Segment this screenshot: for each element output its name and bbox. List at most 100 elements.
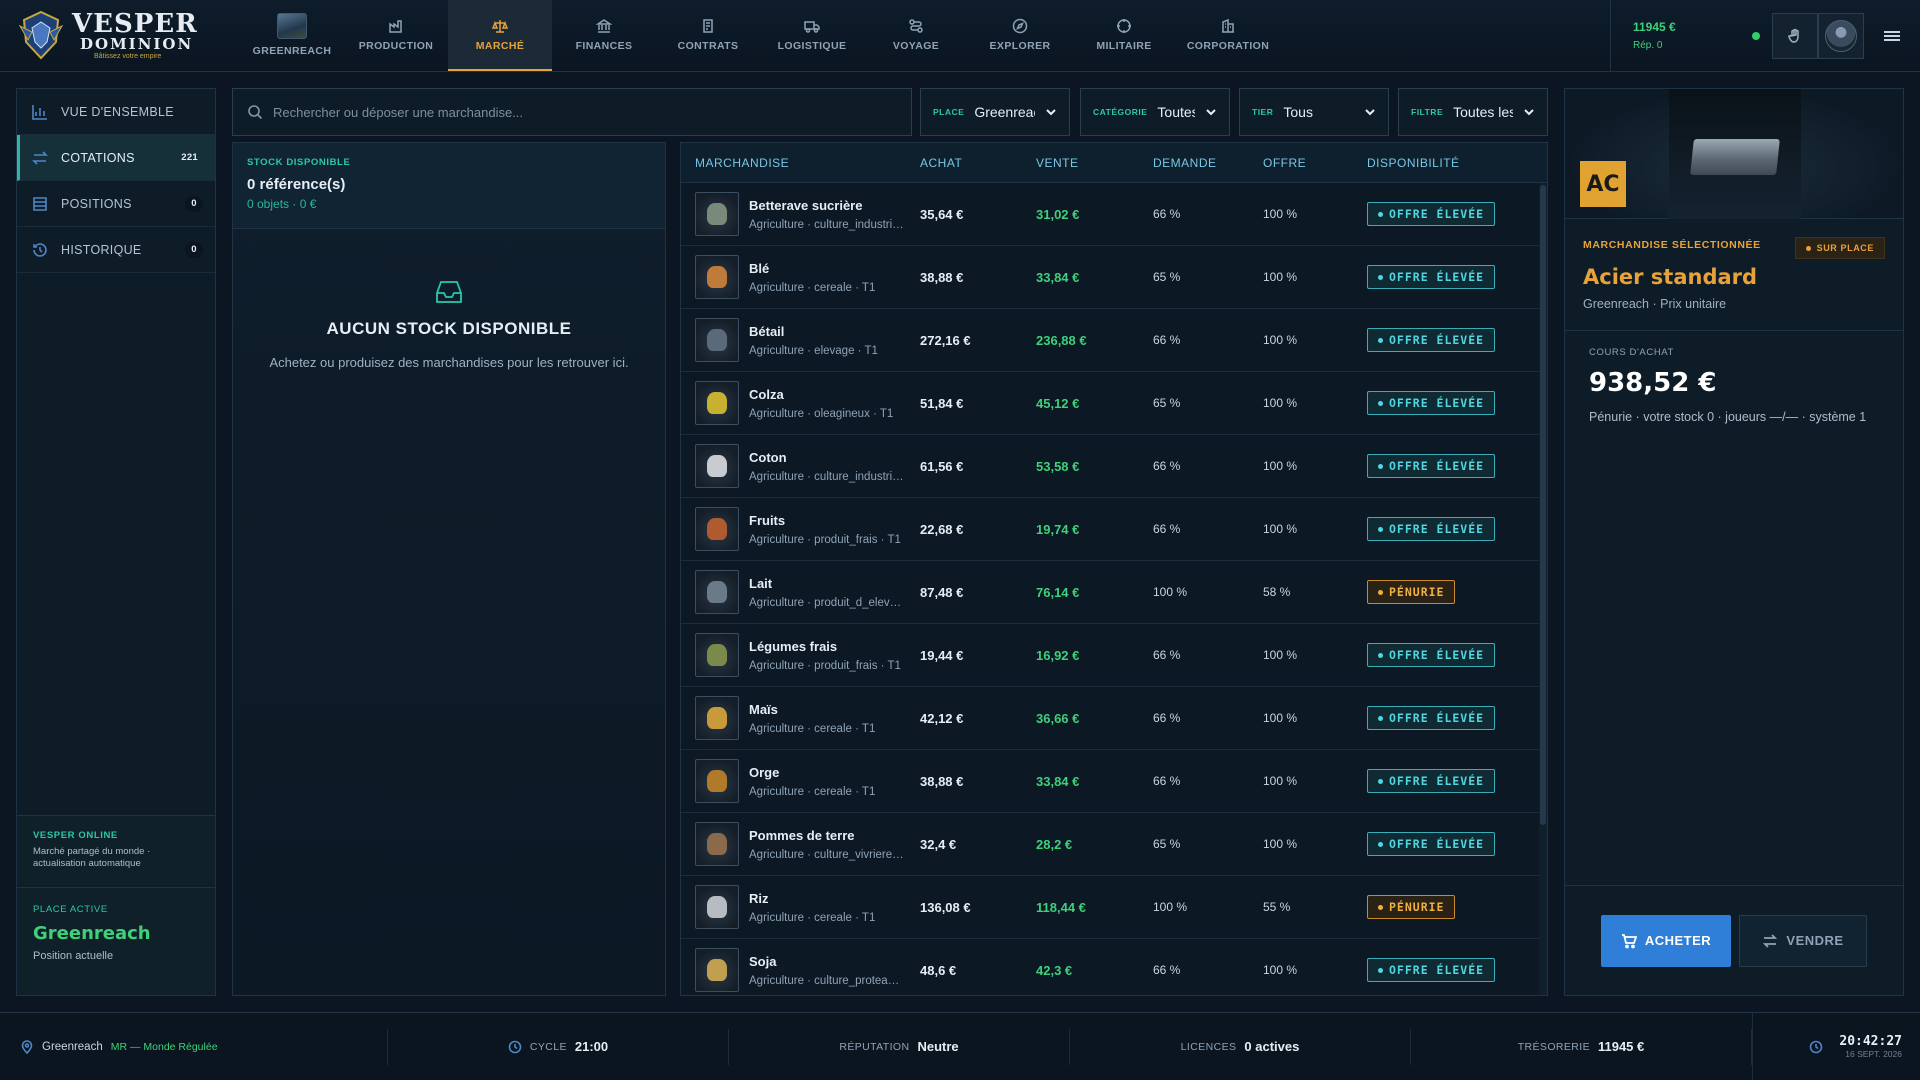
availability-label: OFFRE ÉLEVÉE — [1389, 396, 1485, 410]
buy-price: 136,08 € — [920, 899, 971, 915]
nav-finances[interactable]: FINANCES — [552, 0, 656, 71]
licences-status: LICENCES 0 actives — [1070, 1028, 1411, 1065]
column-header-buy[interactable]: ACHAT — [906, 156, 1024, 170]
nav-logistique[interactable]: LOGISTIQUE — [760, 0, 864, 71]
filter-label: FILTRE — [1411, 107, 1444, 117]
table-row[interactable]: Coton Agriculture · culture_industrielle … — [681, 435, 1547, 498]
sidebar-item-cotations[interactable]: COTATIONS 221 — [17, 135, 215, 181]
chevron-down-icon — [1046, 109, 1056, 116]
nav-production[interactable]: PRODUCTION — [344, 0, 448, 71]
column-header-availability[interactable]: DISPONIBILITÉ — [1367, 156, 1460, 170]
demand-value: 66 % — [1153, 711, 1181, 725]
table-row[interactable]: Fruits Agriculture · produit_frais · T1 22… — [681, 498, 1547, 561]
goods-category: Agriculture · culture_industrielle · T1 — [749, 218, 905, 231]
sidebar-item-count: 0 — [185, 195, 203, 212]
availability-badge: OFFRE ÉLEVÉE — [1367, 202, 1496, 226]
sell-button[interactable]: VENDRE — [1739, 914, 1867, 967]
notifications-button[interactable] — [1772, 12, 1818, 59]
buy-price: 87,48 € — [920, 584, 964, 600]
offer-value: 55 % — [1263, 900, 1291, 914]
nav-greenreach[interactable]: GREENREACH — [240, 0, 344, 71]
goods-cell: Coton Agriculture · culture_industrielle … — [681, 444, 906, 488]
table-row[interactable]: Pommes de terre Agriculture · culture_viv… — [681, 813, 1547, 876]
onsite-label: SUR PLACE — [1816, 243, 1874, 253]
availability-cell: OFFRE ÉLEVÉE — [1367, 643, 1547, 667]
nav-explorer[interactable]: EXPLORER — [968, 0, 1072, 71]
offer-value: 100 % — [1263, 333, 1298, 347]
table-scrollbar[interactable] — [1539, 183, 1547, 995]
tier-filter[interactable]: TIER Tous — [1239, 88, 1389, 136]
sell-price: 36,66 € — [1036, 710, 1080, 726]
nav-marche[interactable]: MARCHÉ — [448, 0, 552, 71]
place-filter[interactable]: PLACE Greenreach — [920, 88, 1070, 136]
goods-thumbnail — [695, 759, 739, 803]
hamburger-icon — [1884, 29, 1900, 43]
status-filter[interactable]: FILTRE Toutes les — [1398, 88, 1548, 136]
goods-cell: Bétail Agriculture · elevage · T1 — [681, 318, 906, 362]
goods-category: Agriculture · culture_proteagineuse · T1 — [749, 974, 905, 987]
nav-voyage[interactable]: VOYAGE — [864, 0, 968, 71]
nav-label: EXPLORER — [989, 39, 1051, 52]
brand-logo[interactable]: VESPER DOMINION Bâtissez votre empire — [0, 0, 240, 71]
table-row[interactable]: Lait Agriculture · produit_d_elevage · T1… — [681, 561, 1547, 624]
column-header-demand[interactable]: DEMANDE — [1143, 156, 1254, 170]
table-row[interactable]: Orge Agriculture · cereale · T1 38,88 € 33,… — [681, 750, 1547, 813]
nav-contrats[interactable]: CONTRATS — [656, 0, 760, 71]
table-row[interactable]: Colza Agriculture · oleagineux · T1 51,84 … — [681, 372, 1547, 435]
licences-label: LICENCES — [1180, 1040, 1237, 1053]
nav-corporation[interactable]: CORPORATION — [1176, 0, 1280, 71]
scrollbar-thumb[interactable] — [1540, 185, 1546, 825]
goods-thumbnail — [695, 948, 739, 992]
table-row[interactable]: Soja Agriculture · culture_proteagineuse … — [681, 939, 1547, 995]
menu-button[interactable] — [1864, 29, 1920, 43]
clock: 20:42:27 16 SEPT. 2026 — [1752, 1012, 1920, 1080]
place-name: Greenreach — [33, 923, 151, 944]
table-row[interactable]: Maïs Agriculture · cereale · T1 42,12 € 36,… — [681, 687, 1547, 750]
sidebar-item-label: POSITIONS — [61, 196, 132, 211]
clock-icon — [508, 1040, 522, 1053]
sell-price: 16,92 € — [1036, 647, 1080, 663]
column-header-offer[interactable]: OFFRE — [1254, 156, 1367, 170]
availability-badge: OFFRE ÉLEVÉE — [1367, 517, 1496, 541]
table-body: Betterave sucrière Agriculture · culture_… — [681, 183, 1547, 995]
goods-thumbnail — [695, 318, 739, 362]
category-filter[interactable]: CATÉGORIE Toutes — [1080, 88, 1230, 136]
table-row[interactable]: Légumes frais Agriculture · produit_frais… — [681, 624, 1547, 687]
goods-thumbnail — [695, 570, 739, 614]
contract-icon — [703, 18, 713, 33]
demand-value: 65 % — [1153, 396, 1181, 410]
sidebar-item-overview[interactable]: VUE D'ENSEMBLE — [17, 89, 215, 135]
sidebar-item-historique[interactable]: HISTORIQUE 0 — [17, 227, 215, 273]
sell-price: 19,74 € — [1036, 521, 1080, 537]
buy-price: 48,6 € — [920, 962, 957, 978]
goods-category: Agriculture · elevage · T1 — [749, 344, 878, 357]
table-row[interactable]: Bétail Agriculture · elevage · T1 272,16 €… — [681, 309, 1547, 372]
search-input[interactable] — [273, 104, 897, 120]
scales-icon — [492, 19, 508, 33]
account-balance[interactable]: 11945 € Rép. 0 — [1610, 0, 1720, 72]
buy-button[interactable]: ACHETER — [1601, 914, 1731, 967]
column-header-goods[interactable]: MARCHANDISE — [681, 156, 906, 170]
map-pin-icon — [21, 1039, 33, 1054]
offer-value: 100 % — [1263, 270, 1298, 284]
location-status[interactable]: Greenreach MR — Monde Régulée — [0, 1028, 388, 1065]
sidebar-item-positions[interactable]: POSITIONS 0 — [17, 181, 215, 227]
availability-cell: OFFRE ÉLEVÉE — [1367, 958, 1547, 982]
goods-icon — [707, 770, 727, 792]
goods-category: Agriculture · culture_industrielle · T1 — [749, 470, 905, 483]
goods-name: Pommes de terre — [749, 827, 855, 843]
column-header-sell[interactable]: VENTE — [1024, 156, 1143, 170]
stock-panel: STOCK DISPONIBLE 0 référence(s) 0 objets… — [232, 142, 666, 996]
availability-cell: OFFRE ÉLEVÉE — [1367, 202, 1547, 226]
nav-militaire[interactable]: MILITAIRE — [1072, 0, 1176, 71]
table-row[interactable]: Riz Agriculture · cereale · T1 136,08 € 118… — [681, 876, 1547, 939]
table-row[interactable]: Betterave sucrière Agriculture · culture_… — [681, 183, 1547, 246]
goods-code-badge: AC — [1580, 161, 1626, 207]
truck-icon — [804, 20, 820, 33]
availability-label: OFFRE ÉLEVÉE — [1389, 270, 1485, 284]
goods-thumbnail — [695, 885, 739, 929]
goods-cell: Orge Agriculture · cereale · T1 — [681, 759, 906, 803]
profile-button[interactable] — [1818, 12, 1864, 59]
empty-stock-title: AUCUN STOCK DISPONIBLE — [326, 319, 572, 338]
table-row[interactable]: Blé Agriculture · cereale · T1 38,88 € 33,8… — [681, 246, 1547, 309]
